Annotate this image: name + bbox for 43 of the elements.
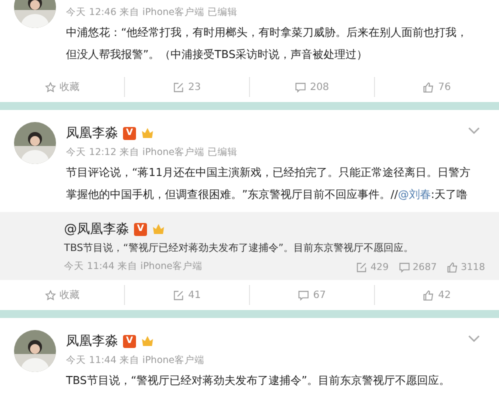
thumbs-up-icon <box>423 290 434 300</box>
comment-icon <box>398 262 410 272</box>
edit-icon <box>356 262 368 272</box>
repost-count: 429 <box>370 262 389 272</box>
quoted-post[interactable]: @凤凰李淼 V TBS节目说，“警视厅已经对蒋劲夫发布了逮捕令”。目前东京警视厅不愿回应。 今天 11:44 来自 iPhone客户端 429 2687 3118 <box>0 212 499 280</box>
member-icon <box>140 127 154 139</box>
author-name[interactable]: 凤凰李淼 <box>66 332 118 350</box>
like-button[interactable]: 76 <box>374 77 499 97</box>
star-icon <box>44 82 56 92</box>
author-name[interactable]: @凤凰李淼 <box>64 220 129 238</box>
comment-count: 2687 <box>412 262 437 272</box>
avatar[interactable] <box>14 122 56 164</box>
member-icon <box>140 335 154 347</box>
edit-icon <box>173 290 184 300</box>
member-icon <box>152 223 165 235</box>
repost-button[interactable]: 23 <box>124 77 249 97</box>
avatar[interactable] <box>14 330 56 372</box>
edit-icon <box>173 82 184 92</box>
post-meta: 今天 11:44 来自 iPhone客户端 <box>66 354 206 368</box>
post-text: 中浦悠花：“他经常打我，有时用榔头，有时拿菜刀威胁。后来在别人面前也打我，但没人帮我报警”。（中浦接受TBS采访时说，声音被处理过） <box>66 25 469 63</box>
comment-button[interactable]: 208 <box>249 77 374 97</box>
post-meta: 今天 11:44 来自 iPhone客户端 <box>64 260 203 274</box>
quoted-text: TBS节目说，“警视厅已经对蒋劲夫发布了逮捕令”。目前东京警视厅不愿回应。 <box>64 242 415 256</box>
repost-button[interactable]: 41 <box>124 285 249 305</box>
verified-badge: V <box>123 334 136 348</box>
comment-button[interactable]: 67 <box>249 285 374 305</box>
like-count: 3118 <box>460 262 485 272</box>
verified-badge: V <box>134 222 147 236</box>
favorite-button[interactable]: 收藏 <box>0 285 124 305</box>
comment-icon <box>294 82 306 92</box>
comment-icon <box>298 290 310 300</box>
mention-link[interactable]: @刘春 <box>398 188 431 201</box>
post-text: 节目评论说，“蒋11月还在中国主演新戏，已经拍完了。只能正常途径离日。日警方掌握他的中国手机，但调查很困难。”东京警视厅目前不回应事件。//@刘春:天了噜 <box>66 165 472 203</box>
post-meta: 今天 12:12 来自 iPhone客户端 已编辑 <box>66 146 239 160</box>
thumbs-up-icon <box>423 82 434 92</box>
like-button[interactable]: 42 <box>374 285 499 305</box>
post-text: TBS节目说，“警视厅已经对蒋劲夫发布了逮捕令”。目前东京警视厅不愿回应。 <box>66 373 452 389</box>
favorite-button[interactable]: 收藏 <box>0 77 124 97</box>
author-name[interactable]: 凤凰李淼 <box>66 124 118 142</box>
verified-badge: V <box>123 126 136 140</box>
thumbs-up-icon <box>446 262 458 272</box>
post-meta: 今天 12:46 来自 iPhone客户端 已编辑 <box>66 6 239 20</box>
star-icon <box>44 290 56 300</box>
